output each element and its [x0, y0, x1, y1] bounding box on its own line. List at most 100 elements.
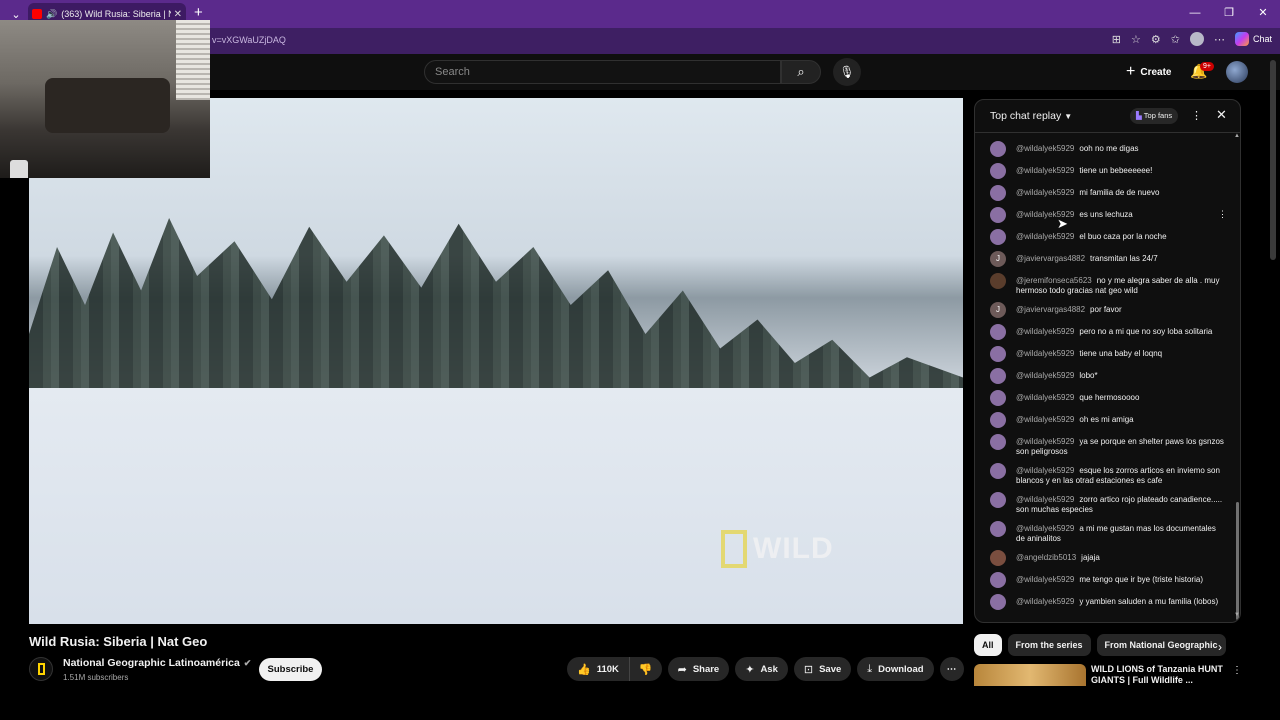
chat-scroll-down-icon[interactable]: ▼	[1234, 612, 1240, 618]
dislike-button[interactable]: 👎	[629, 657, 662, 681]
more-menu-icon[interactable]: ⋯	[1214, 33, 1225, 46]
chat-message[interactable]: @wildalyek5929 y yambien saluden a mu fam…	[975, 591, 1233, 613]
voice-search-button[interactable]: 🎙	[833, 58, 861, 86]
chat-scrollbar[interactable]	[1236, 502, 1239, 620]
chat-message[interactable]: @wildalyek5929 el buo caza por la noche	[975, 226, 1233, 248]
chat-message[interactable]: @angeldzib5013 jajaja	[975, 547, 1233, 569]
recommendation-title[interactable]: WILD LIONS of Tanzania HUNT GIANTS | Ful…	[1091, 664, 1229, 686]
chat-message[interactable]: @wildalyek5929 mi familia de de nuevo	[975, 182, 1233, 204]
chat-author-name[interactable]: @wildalyek5929	[1016, 575, 1074, 584]
chat-author-avatar[interactable]	[990, 492, 1006, 508]
chat-author-name[interactable]: @wildalyek5929	[1016, 524, 1074, 533]
create-button[interactable]: + Create	[1116, 60, 1181, 84]
tab-close-icon[interactable]: ✕	[174, 9, 182, 20]
chat-message[interactable]: @wildalyek5929 que hermosoooo	[975, 387, 1233, 409]
chat-author-avatar[interactable]	[990, 463, 1006, 479]
speaker-icon[interactable]: 🔊	[46, 9, 57, 20]
chat-author-name[interactable]: @wildalyek5929	[1016, 495, 1074, 504]
chat-message[interactable]: @wildalyek5929 tiene una baby el loqnq	[975, 343, 1233, 365]
account-avatar[interactable]	[1226, 61, 1248, 83]
recommendation-thumbnail[interactable]	[974, 664, 1086, 686]
favorites-icon[interactable]: ✩	[1171, 33, 1180, 46]
close-window-icon[interactable]: ✕	[1246, 0, 1280, 28]
chat-author-name[interactable]: @wildalyek5929	[1016, 415, 1074, 424]
chat-author-name[interactable]: @wildalyek5929	[1016, 437, 1074, 446]
chat-author-avatar[interactable]	[990, 346, 1006, 362]
chat-author-name[interactable]: @angeldzib5013	[1016, 553, 1076, 562]
chat-message[interactable]: J @javiervargas4882 por favor	[975, 299, 1233, 321]
chat-author-avatar[interactable]	[990, 521, 1006, 537]
chat-close-icon[interactable]: ✕	[1216, 107, 1227, 123]
chat-author-avatar[interactable]	[990, 594, 1006, 610]
chat-author-avatar[interactable]	[990, 550, 1006, 566]
top-fans-button[interactable]: ▙ Top fans	[1130, 108, 1179, 124]
chat-author-name[interactable]: @javiervargas4882	[1016, 305, 1085, 314]
chat-message[interactable]: @wildalyek5929 ooh no me digas	[975, 138, 1233, 160]
chat-mode-dropdown[interactable]: Top chat replay ▼	[990, 110, 1072, 122]
chat-author-avatar[interactable]	[990, 434, 1006, 450]
chat-message[interactable]: @wildalyek5929 lobo*	[975, 365, 1233, 387]
chat-message[interactable]: @wildalyek5929 ya se porque en shelter pa…	[975, 431, 1233, 460]
chat-message[interactable]: @jeremifonseca5623 no y me alegra saber d…	[975, 270, 1233, 299]
chat-author-avatar[interactable]	[990, 324, 1006, 340]
search-button[interactable]: ⌕	[781, 60, 821, 84]
chat-author-name[interactable]: @javiervargas4882	[1016, 254, 1085, 263]
chat-scroll-up-icon[interactable]: ▲	[1234, 133, 1240, 139]
chat-message[interactable]: @wildalyek5929 pero no a mi que no soy lo…	[975, 321, 1233, 343]
copilot-chat-button[interactable]: Chat	[1234, 32, 1272, 46]
chat-author-avatar[interactable]	[990, 229, 1006, 245]
minimize-icon[interactable]: —	[1178, 0, 1212, 28]
chat-author-avatar[interactable]	[990, 185, 1006, 201]
chat-message[interactable]: @wildalyek5929 me tengo que ir bye (trist…	[975, 569, 1233, 591]
more-actions-button[interactable]: ⋯	[939, 657, 964, 681]
chat-more-icon[interactable]: ⋮	[1191, 109, 1202, 122]
filter-chip[interactable]: From the series	[1007, 634, 1091, 656]
save-button[interactable]: ⊡ Save	[793, 657, 852, 681]
chips-next-chevron-icon[interactable]: ›	[1218, 640, 1222, 654]
chat-author-name[interactable]: @wildalyek5929	[1016, 393, 1074, 402]
chat-author-avatar[interactable]	[990, 163, 1006, 179]
subscribe-button[interactable]: Subscribe	[259, 658, 322, 681]
chat-message[interactable]: @wildalyek5929 esque los zorros articos e…	[975, 460, 1233, 489]
restore-icon[interactable]: ❐	[1212, 0, 1246, 28]
channel-avatar[interactable]	[29, 657, 53, 681]
chat-author-name[interactable]: @wildalyek5929	[1016, 349, 1074, 358]
chat-author-avatar[interactable]	[990, 207, 1006, 223]
chat-author-avatar[interactable]	[990, 141, 1006, 157]
chat-author-name[interactable]: @wildalyek5929	[1016, 597, 1074, 606]
share-button[interactable]: ➦ Share	[667, 657, 730, 681]
chat-author-name[interactable]: @wildalyek5929	[1016, 371, 1074, 380]
chat-author-name[interactable]: @wildalyek5929	[1016, 188, 1074, 197]
chat-author-name[interactable]: @wildalyek5929	[1016, 466, 1074, 475]
chat-author-avatar[interactable]	[990, 390, 1006, 406]
search-input[interactable]: Search	[424, 60, 781, 84]
new-tab-plus-icon[interactable]: +	[194, 4, 203, 21]
url-text[interactable]: v=vXGWaUZjDAQ	[212, 35, 286, 45]
chat-message[interactable]: @wildalyek5929 es uns lechuza ⋮	[975, 204, 1233, 226]
chat-author-avatar[interactable]: J	[990, 302, 1006, 318]
chat-message[interactable]: @wildalyek5929 zorro artico rojo plateado…	[975, 489, 1233, 518]
channel-name[interactable]: National Geographic Latinoamérica ✔	[63, 657, 251, 669]
ask-button[interactable]: ✦ Ask	[735, 657, 788, 681]
favorite-star-icon[interactable]: ☆	[1131, 33, 1141, 46]
chat-author-avatar[interactable]: J	[990, 251, 1006, 267]
chat-message[interactable]: J @javiervargas4882 transmitan las 24/7	[975, 248, 1233, 270]
chat-author-avatar[interactable]	[990, 368, 1006, 384]
chat-author-avatar[interactable]	[990, 273, 1006, 289]
chat-author-name[interactable]: @wildalyek5929	[1016, 144, 1074, 153]
app-available-icon[interactable]: ⊞	[1112, 33, 1121, 46]
chat-message-menu-icon[interactable]: ⋮	[1218, 209, 1227, 219]
extensions-icon[interactable]: ⚙	[1151, 33, 1161, 46]
filter-chip[interactable]: All	[974, 634, 1002, 656]
recommendation-menu-icon[interactable]: ⋮	[1232, 665, 1242, 676]
chat-message[interactable]: @wildalyek5929 tiene un bebeeeeee!	[975, 160, 1233, 182]
chat-author-name[interactable]: @wildalyek5929	[1016, 166, 1074, 175]
chat-author-name[interactable]: @wildalyek5929	[1016, 327, 1074, 336]
chat-author-avatar[interactable]	[990, 572, 1006, 588]
page-scrollbar[interactable]	[1270, 60, 1276, 260]
filter-chip[interactable]: From National Geographic	[1096, 634, 1226, 656]
chat-author-name[interactable]: @wildalyek5929	[1016, 232, 1074, 241]
download-button[interactable]: ⤓ Download	[857, 657, 934, 681]
chat-message[interactable]: @wildalyek5929 oh es mi amiga	[975, 409, 1233, 431]
like-button[interactable]: 👍 110K	[567, 657, 630, 681]
